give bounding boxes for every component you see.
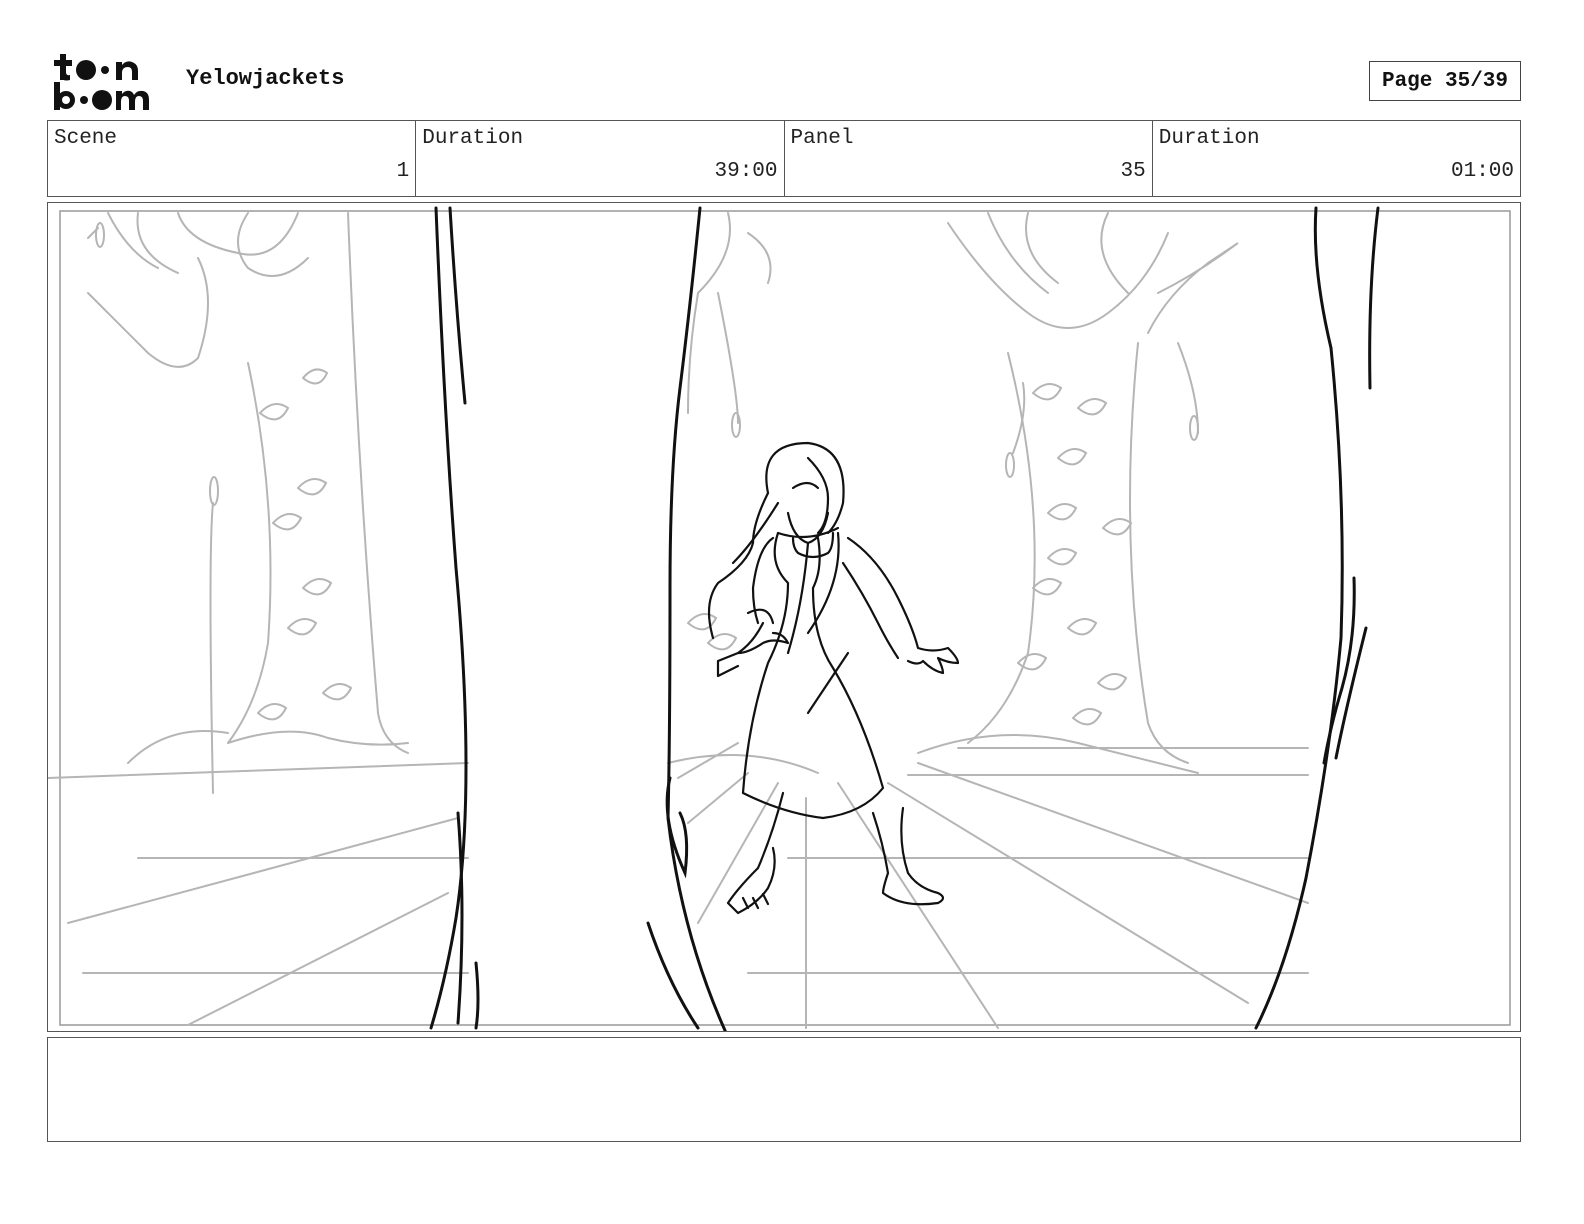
page-indicator: Page 35/39 [1369, 61, 1521, 101]
panel-duration-cell: Duration 01:00 [1153, 121, 1520, 196]
panel-duration-value: 01:00 [1450, 160, 1514, 183]
panel-cell: Panel 35 [785, 121, 1153, 196]
background-sketch [48, 212, 1309, 1029]
scene-label: Scene [54, 127, 118, 150]
scene-duration-cell: Duration 39:00 [416, 121, 785, 196]
panel-label: Panel [790, 127, 854, 150]
storyboard-panel [47, 202, 1521, 1032]
scene-value: 1 [396, 160, 410, 183]
project-title: Yelowjackets [186, 66, 345, 91]
panel-duration-label: Duration [1158, 127, 1260, 150]
panel-info-bar: Scene 1 Duration 39:00 Panel 35 Duration… [47, 120, 1521, 197]
girl-figure [707, 441, 960, 915]
panel-sketch [48, 206, 1511, 1031]
foreground-trunks [429, 206, 1380, 1031]
panel-value: 35 [1120, 160, 1146, 183]
scene-duration-label: Duration [422, 127, 524, 150]
scene-duration-value: 39:00 [714, 160, 778, 183]
toon-boom-logo [52, 50, 164, 112]
page-label: Page [1381, 69, 1433, 93]
panel-notes-box [47, 1037, 1521, 1142]
page-number: 35/39 [1445, 69, 1509, 93]
scene-cell: Scene 1 [48, 121, 417, 196]
